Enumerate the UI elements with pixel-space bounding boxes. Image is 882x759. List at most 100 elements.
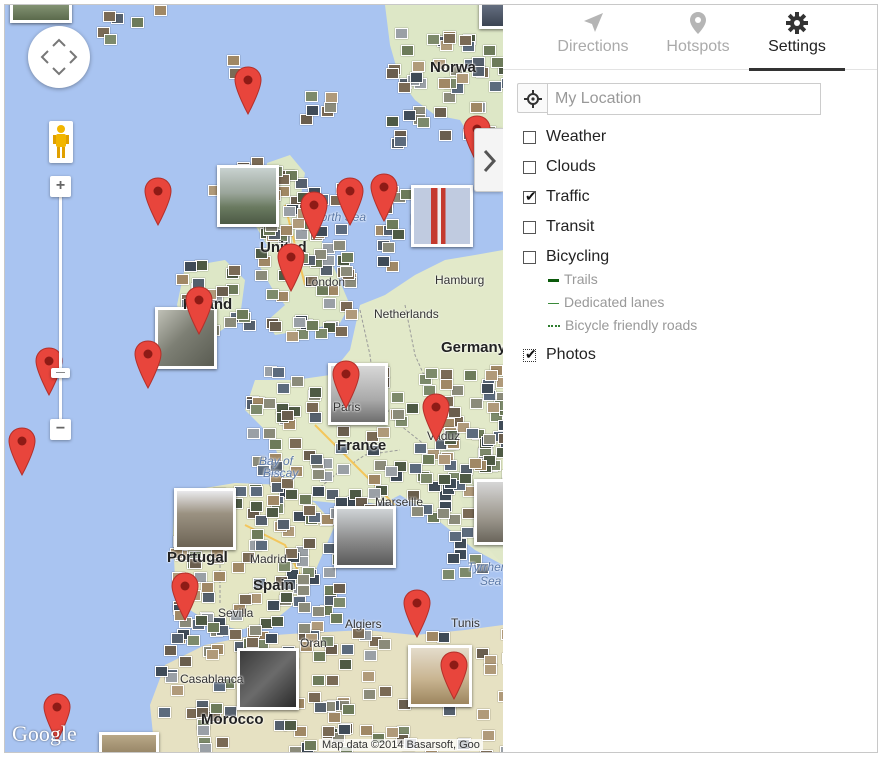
photo-thumbnail[interactable] [403, 109, 417, 121]
photo-thumbnail[interactable] [405, 403, 419, 415]
photo-thumbnail[interactable] [154, 5, 168, 17]
checkbox[interactable]: ✔ [523, 347, 537, 362]
photo-thumbnail[interactable] [322, 298, 336, 309]
photo-thumbnail[interactable] [157, 706, 171, 718]
street-view-pegman[interactable] [49, 121, 73, 163]
map-marker-pin[interactable] [144, 177, 172, 227]
photo-thumbnail[interactable] [332, 596, 346, 608]
photo-thumbnail[interactable] [391, 392, 405, 404]
photo-thumbnail[interactable] [296, 584, 310, 596]
tab-settings[interactable]: Settings [749, 5, 845, 71]
photo-thumbnail[interactable] [314, 248, 328, 260]
photo-thumbnail[interactable] [281, 409, 295, 421]
photo-thumbnail[interactable] [392, 228, 406, 240]
photo-thumbnail[interactable] [420, 473, 434, 485]
map-marker-pin[interactable] [336, 177, 364, 227]
photo-thumbnail[interactable] [288, 745, 302, 752]
photo-thumbnail[interactable] [401, 44, 415, 56]
map-photo[interactable] [237, 648, 299, 710]
map-photo[interactable] [10, 5, 72, 23]
photo-thumbnail[interactable] [336, 463, 350, 475]
my-location-input[interactable] [547, 83, 821, 115]
photo-thumbnail[interactable] [267, 599, 281, 611]
photo-thumbnail[interactable] [264, 632, 278, 644]
map-marker-pin[interactable] [277, 243, 305, 293]
pan-control[interactable] [28, 26, 90, 88]
photo-thumbnail[interactable] [186, 634, 200, 646]
photo-thumbnail[interactable] [155, 665, 169, 677]
photo-thumbnail[interactable] [263, 398, 277, 410]
photo-thumbnail[interactable] [325, 91, 339, 103]
photo-thumbnail[interactable] [341, 252, 355, 264]
photo-thumbnail[interactable] [250, 529, 264, 541]
photo-thumbnail[interactable] [246, 637, 260, 649]
photo-thumbnail[interactable] [378, 685, 392, 697]
photo-thumbnail[interactable] [437, 632, 451, 644]
photo-thumbnail[interactable] [449, 531, 462, 543]
map-photo[interactable] [217, 165, 279, 227]
photo-thumbnail[interactable] [170, 633, 184, 645]
photo-thumbnail[interactable] [277, 518, 291, 530]
photo-thumbnail[interactable] [363, 688, 377, 700]
photo-thumbnail[interactable] [440, 379, 454, 391]
photo-thumbnail[interactable] [461, 508, 475, 520]
photo-thumbnail[interactable] [427, 34, 441, 46]
checkbox[interactable] [523, 161, 536, 174]
photo-thumbnail[interactable] [410, 72, 424, 84]
photo-thumbnail[interactable] [302, 504, 316, 516]
photo-thumbnail[interactable] [282, 206, 296, 218]
photo-thumbnail[interactable] [391, 408, 405, 420]
photo-thumbnail[interactable] [483, 45, 496, 57]
map-marker-pin[interactable] [422, 393, 450, 443]
photo-thumbnail[interactable] [437, 453, 451, 465]
photo-thumbnail[interactable] [422, 454, 436, 466]
photo-thumbnail[interactable] [437, 473, 451, 485]
photo-thumbnail[interactable] [465, 427, 479, 439]
photo-thumbnail[interactable] [212, 571, 226, 583]
photo-thumbnail[interactable] [363, 649, 377, 661]
photo-thumbnail[interactable] [490, 56, 503, 68]
photo-thumbnail[interactable] [235, 309, 249, 321]
photo-thumbnail[interactable] [402, 752, 415, 753]
map-marker-pin[interactable] [440, 651, 468, 701]
photo-thumbnail[interactable] [332, 582, 346, 594]
photo-thumbnail[interactable] [328, 711, 342, 723]
photo-thumbnail[interactable] [283, 719, 297, 731]
photo-thumbnail[interactable] [321, 725, 335, 737]
photo-thumbnail[interactable] [468, 458, 482, 470]
map-photo[interactable] [174, 488, 236, 550]
photo-thumbnail[interactable] [198, 743, 212, 752]
photo-thumbnail[interactable] [442, 32, 456, 44]
photo-thumbnail[interactable] [329, 613, 343, 625]
photo-thumbnail[interactable] [484, 664, 498, 676]
photo-thumbnail[interactable] [486, 402, 500, 414]
photo-thumbnail[interactable] [414, 442, 428, 454]
photo-thumbnail[interactable] [292, 317, 306, 328]
photo-thumbnail[interactable] [311, 606, 325, 617]
photo-thumbnail[interactable] [227, 265, 241, 276]
photo-thumbnail[interactable] [437, 508, 451, 520]
photo-thumbnail[interactable] [227, 55, 241, 67]
map-marker-pin[interactable] [8, 427, 36, 477]
photo-thumbnail[interactable] [342, 703, 356, 715]
photo-thumbnail[interactable] [481, 729, 495, 741]
photo-thumbnail[interactable] [394, 136, 408, 148]
photo-thumbnail[interactable] [313, 651, 327, 663]
map-marker-pin[interactable] [332, 360, 360, 410]
photo-thumbnail[interactable] [325, 675, 339, 687]
photo-thumbnail[interactable] [438, 129, 452, 141]
photo-thumbnail[interactable] [483, 434, 497, 446]
photo-thumbnail[interactable] [302, 537, 316, 549]
photo-thumbnail[interactable] [447, 552, 461, 564]
photo-thumbnail[interactable] [312, 486, 326, 498]
map-photo[interactable] [99, 732, 159, 752]
photo-thumbnail[interactable] [268, 439, 282, 451]
photo-thumbnail[interactable] [296, 573, 310, 585]
photo-thumbnail[interactable] [249, 403, 263, 415]
photo-thumbnail[interactable] [206, 621, 220, 633]
photo-thumbnail[interactable] [309, 411, 323, 423]
photo-thumbnail[interactable] [485, 370, 499, 382]
photo-thumbnail[interactable] [394, 27, 408, 39]
photo-thumbnail[interactable] [378, 638, 392, 650]
map-photo[interactable] [334, 506, 396, 568]
